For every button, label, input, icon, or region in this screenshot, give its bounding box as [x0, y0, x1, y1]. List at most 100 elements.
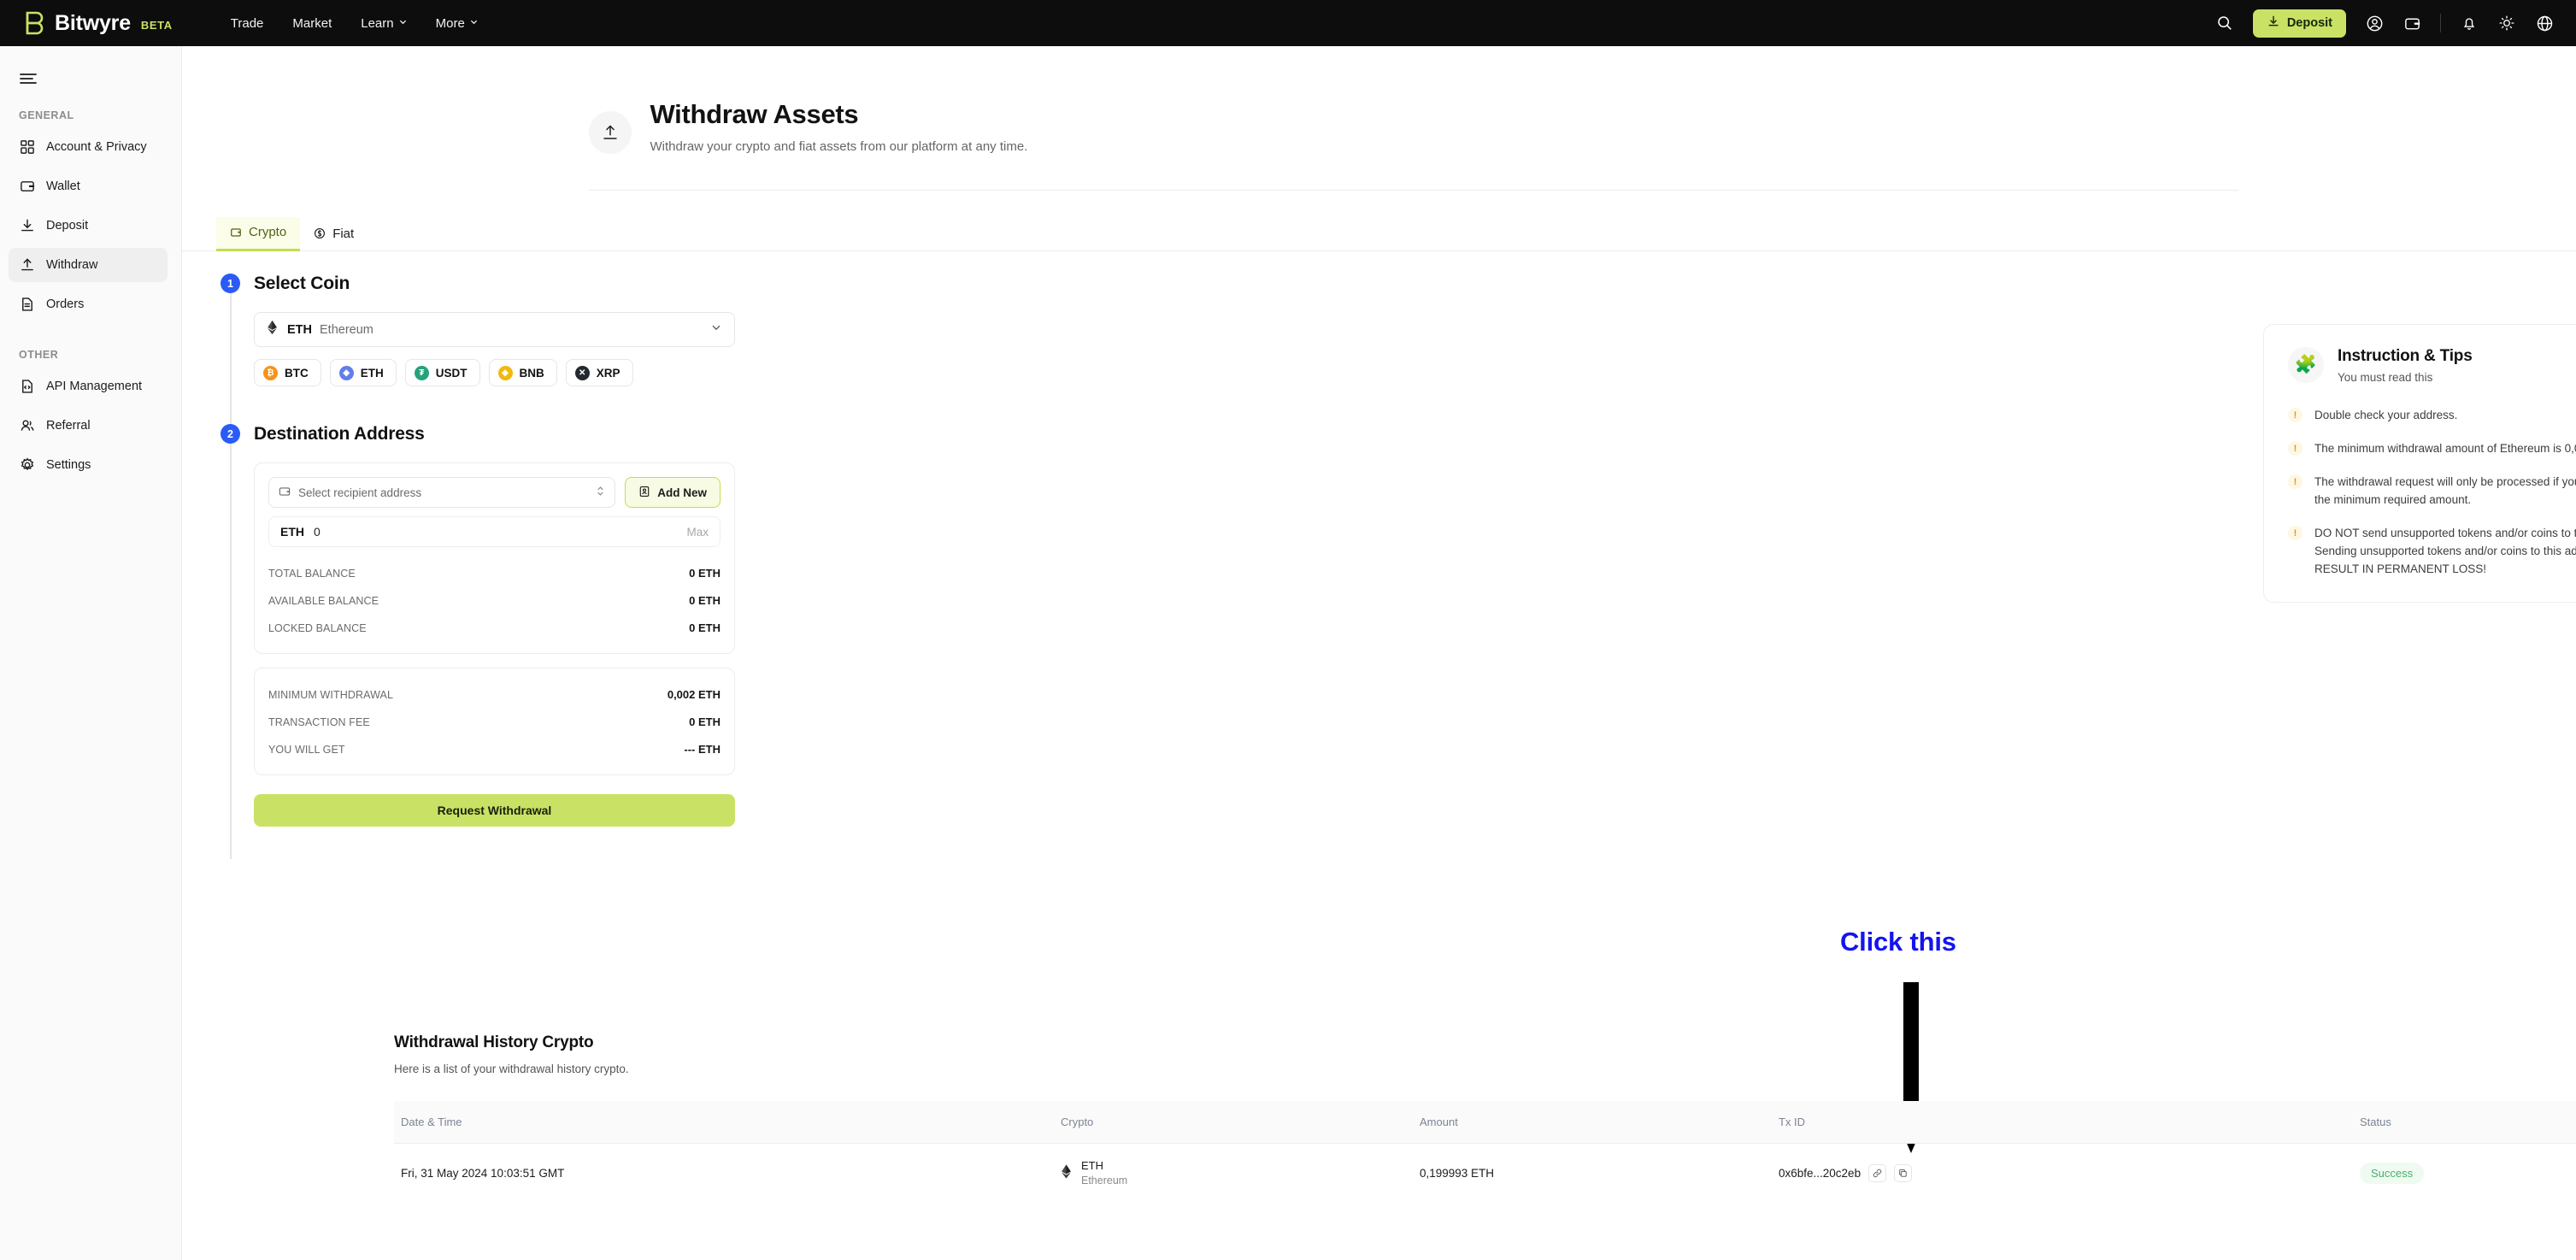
step-connector-line	[230, 284, 232, 436]
document-icon	[19, 297, 35, 313]
recipient-row: Select recipient address Add New	[268, 477, 720, 508]
tab-crypto[interactable]: Crypto	[216, 217, 301, 251]
add-new-address-button[interactable]: Add New	[625, 477, 720, 508]
fee-label: TRANSACTION FEE	[268, 715, 370, 728]
grid-icon	[19, 139, 35, 156]
coin-select-dropdown[interactable]: ETH Ethereum	[254, 312, 735, 347]
download-icon	[19, 218, 35, 234]
wallet-icon	[230, 227, 242, 238]
puzzle-piece-icon: 🧩	[2288, 347, 2324, 383]
amount-value: 0	[314, 525, 321, 539]
contact-card-icon	[638, 486, 650, 500]
sidebar-item-account-privacy[interactable]: Account & Privacy	[9, 130, 168, 164]
nav-label: More	[435, 15, 465, 31]
fee-row: TRANSACTION FEE 0 ETH	[268, 713, 720, 732]
sidebar-item-wallet[interactable]: Wallet	[9, 169, 168, 203]
wallet-icon[interactable]	[2403, 14, 2421, 32]
globe-language-icon[interactable]	[2535, 14, 2554, 32]
step-rail-2: 2	[216, 424, 254, 859]
table-row: Fri, 31 May 2024 10:03:51 GMT ETH Ethere…	[394, 1144, 2576, 1203]
annotation-label: Click this	[1840, 927, 1956, 957]
bell-icon[interactable]	[2460, 14, 2479, 32]
brand-logo-group[interactable]: Bitwyre BETA	[24, 11, 173, 36]
page-header: Withdraw Assets Withdraw your crypto and…	[588, 46, 2238, 191]
nav-item-learn[interactable]: Learn	[361, 16, 406, 31]
sidebar-group-other-label: OTHER	[19, 349, 59, 361]
withdrawal-history-table: Date & Time Crypto Amount Tx ID Status F…	[394, 1101, 2576, 1202]
step-connector-line	[230, 434, 232, 859]
sidebar-item-withdraw[interactable]: Withdraw	[9, 248, 168, 282]
tips-title: Instruction & Tips	[2338, 347, 2473, 365]
column-header-amount: Amount	[1420, 1101, 1779, 1144]
step-number-badge: 1	[221, 274, 240, 293]
sun-theme-icon[interactable]	[2497, 14, 2516, 32]
sidebar-item-orders[interactable]: Orders	[9, 287, 168, 321]
eth-icon: ◆	[338, 365, 354, 380]
download-icon	[2267, 15, 2280, 32]
tip-item: ! DO NOT send unsupported tokens and/or …	[2288, 524, 2576, 578]
tab-fiat[interactable]: Fiat	[300, 217, 368, 251]
sidebar-item-settings[interactable]: Settings	[9, 448, 168, 482]
nav-right-actions: Deposit	[2215, 9, 2554, 38]
fees-panel: MINIMUM WITHDRAWAL 0,002 ETH TRANSACTION…	[254, 668, 735, 775]
nav-item-trade[interactable]: Trade	[231, 16, 264, 31]
open-link-icon[interactable]	[1868, 1163, 1887, 1182]
usdt-icon: ₮	[414, 365, 429, 380]
balance-row: TOTAL BALANCE 0 ETH	[268, 564, 720, 583]
column-header-datetime: Date & Time	[394, 1101, 1061, 1144]
step-rail-1: 1	[216, 274, 254, 436]
ethereum-icon	[1061, 1163, 1072, 1182]
amount-currency-label: ETH	[280, 525, 304, 539]
balance-value: 0 ETH	[689, 594, 720, 607]
balance-row: LOCKED BALANCE 0 ETH	[268, 619, 720, 638]
column-header-status: Status	[2360, 1101, 2576, 1144]
cell-datetime: Fri, 31 May 2024 10:03:51 GMT	[401, 1166, 565, 1180]
tip-item: ! The minimum withdrawal amount of Ether…	[2288, 439, 2576, 457]
copy-icon[interactable]	[1894, 1163, 1913, 1182]
max-amount-button[interactable]: Max	[686, 526, 709, 539]
sidebar-item-label: Orders	[46, 297, 85, 311]
coin-chip-eth[interactable]: ◆ ETH	[329, 359, 397, 386]
coin-chip-btc[interactable]: ₿ BTC	[254, 359, 321, 386]
sidebar-item-api-management[interactable]: API Management	[9, 369, 168, 403]
coin-chip-label: XRP	[596, 366, 620, 380]
withdraw-left-column: 1 Select Coin ETH Ethereum ₿ BTC ◆ ETH ₮…	[182, 251, 1806, 859]
beta-badge: BETA	[140, 19, 173, 32]
tips-subtitle: You must read this	[2338, 371, 2433, 384]
fee-label: MINIMUM WITHDRAWAL	[268, 688, 393, 701]
balances-list: TOTAL BALANCE 0 ETH AVAILABLE BALANCE 0 …	[268, 564, 720, 638]
withdraw-amount-input[interactable]: ETH 0 Max	[268, 516, 720, 547]
step-2-body: Destination Address Select recipient add…	[254, 424, 1806, 842]
tab-label: Fiat	[332, 226, 355, 241]
crypto-symbol: ETH	[1081, 1159, 1103, 1172]
balance-row: AVAILABLE BALANCE 0 ETH	[268, 592, 720, 610]
nav-item-more[interactable]: More	[436, 16, 478, 31]
coin-chip-bnb[interactable]: ◆ BNB	[488, 359, 557, 386]
coin-chip-label: ETH	[360, 366, 384, 380]
hamburger-menu-icon[interactable]	[19, 72, 38, 85]
fee-row: MINIMUM WITHDRAWAL 0,002 ETH	[268, 686, 720, 704]
txid-cell: 0x6bfe...20c2eb	[1779, 1163, 2360, 1182]
deposit-button-label: Deposit	[2286, 16, 2332, 30]
dollar-circle-icon	[314, 227, 326, 239]
coin-chip-xrp[interactable]: ✕ XRP	[565, 359, 633, 386]
sidebar-item-referral[interactable]: Referral	[9, 409, 168, 443]
bitwyre-logo-icon	[24, 11, 46, 35]
instruction-tips-card: 🧩 Instruction & Tips You must read this …	[2263, 324, 2576, 603]
search-icon[interactable]	[2215, 14, 2234, 32]
table-head: Date & Time Crypto Amount Tx ID Status	[394, 1101, 2576, 1144]
request-withdrawal-button[interactable]: Request Withdrawal	[254, 794, 735, 827]
deposit-button[interactable]: Deposit	[2252, 9, 2346, 38]
page-header-text: Withdraw Assets Withdraw your crypto and…	[650, 99, 1028, 154]
upload-icon	[19, 257, 35, 274]
users-icon	[19, 418, 35, 434]
sidebar-item-deposit[interactable]: Deposit	[9, 209, 168, 243]
step-number-badge: 2	[221, 424, 240, 444]
coin-chip-usdt[interactable]: ₮ USDT	[404, 359, 480, 386]
main-nav-links: Trade Market Learn More	[231, 16, 478, 31]
account-circle-icon[interactable]	[2365, 14, 2384, 32]
crypto-name: Ethereum	[1081, 1175, 1128, 1186]
recipient-address-select[interactable]: Select recipient address	[268, 477, 616, 508]
nav-item-market[interactable]: Market	[292, 16, 332, 31]
page-subtitle: Withdraw your crypto and fiat assets fro…	[650, 139, 1028, 154]
